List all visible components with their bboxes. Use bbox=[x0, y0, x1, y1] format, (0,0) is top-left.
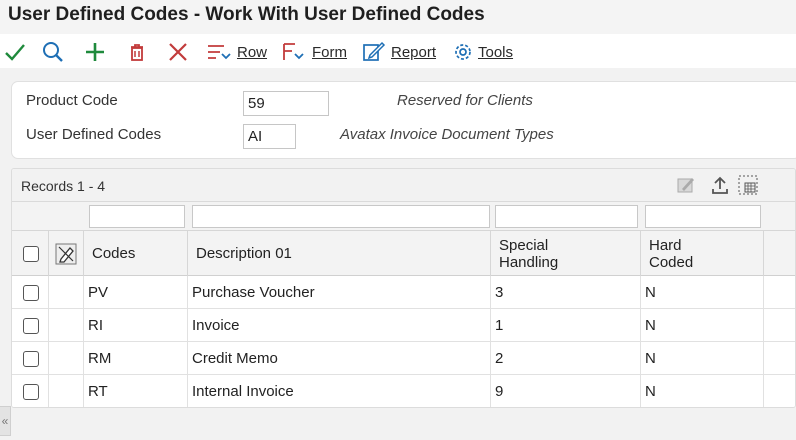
column-hard-coded-line2: Coded bbox=[649, 253, 694, 271]
gear-icon bbox=[455, 44, 471, 60]
collapse-panel-button[interactable]: « bbox=[0, 406, 11, 436]
cell-description[interactable]: Invoice bbox=[188, 309, 491, 342]
cell-description[interactable]: Credit Memo bbox=[188, 342, 491, 375]
table-row[interactable]: PV Purchase Voucher 3 N bbox=[12, 276, 795, 309]
row-menu-icon bbox=[208, 45, 231, 60]
cell-code[interactable]: RM bbox=[84, 342, 188, 375]
cell-special-handling[interactable]: 1 bbox=[491, 309, 641, 342]
row-checkbox[interactable] bbox=[23, 284, 39, 301]
row-select-cell bbox=[12, 276, 49, 309]
table-row[interactable]: RI Invoice 1 N bbox=[12, 309, 795, 342]
product-code-label: Product Code bbox=[26, 92, 118, 109]
cell-hard-coded[interactable]: N bbox=[641, 276, 764, 309]
cell-hard-coded[interactable]: N bbox=[641, 342, 764, 375]
column-special-handling[interactable]: Special Handling bbox=[491, 231, 641, 276]
cell-code[interactable]: PV bbox=[84, 276, 188, 309]
grid-panel: Records 1 - 4 Codes Description 01 Speci… bbox=[11, 168, 796, 408]
column-special-handling-line2: Handling bbox=[499, 253, 559, 271]
select-all-cell bbox=[12, 231, 49, 276]
title-bar: User Defined Codes - Work With User Defi… bbox=[0, 0, 796, 34]
report-menu-label: Report bbox=[391, 43, 437, 61]
row-select-cell bbox=[12, 375, 49, 407]
find-button[interactable] bbox=[42, 40, 64, 64]
cell-special-handling[interactable]: 2 bbox=[491, 342, 641, 375]
row-actions-cell bbox=[49, 276, 84, 309]
trash-icon bbox=[131, 44, 143, 61]
udc-description: Avatax Invoice Document Types bbox=[340, 126, 554, 143]
report-menu[interactable]: Report bbox=[362, 40, 436, 64]
records-count: Records 1 - 4 bbox=[21, 178, 106, 194]
udc-input[interactable] bbox=[243, 124, 296, 149]
column-hard-coded-line1: Hard bbox=[649, 236, 682, 254]
grid-export-button[interactable] bbox=[708, 173, 732, 197]
upload-icon bbox=[712, 176, 728, 194]
column-hard-coded[interactable]: Hard Coded bbox=[641, 231, 764, 276]
toolbar: Row Form Report Tools bbox=[0, 34, 796, 68]
row-actions-cell bbox=[49, 309, 84, 342]
tools-menu[interactable]: Tools bbox=[453, 40, 513, 64]
row-checkbox[interactable] bbox=[23, 317, 39, 334]
add-icon bbox=[86, 43, 104, 61]
column-header-row: Codes Description 01 Special Handling Ha… bbox=[12, 231, 795, 276]
row-actions-cell bbox=[49, 375, 84, 407]
select-all-checkbox[interactable] bbox=[23, 245, 39, 262]
column-description[interactable]: Description 01 bbox=[188, 231, 491, 276]
row-edit-icon[interactable] bbox=[55, 243, 77, 265]
product-code-input[interactable] bbox=[243, 91, 329, 116]
header-panel: Product Code Reserved for Clients User D… bbox=[11, 81, 796, 159]
cell-hard-coded[interactable]: N bbox=[641, 309, 764, 342]
filter-row bbox=[12, 202, 795, 231]
udc-label: User Defined Codes bbox=[26, 126, 162, 143]
cell-special-handling[interactable]: 9 bbox=[491, 375, 641, 407]
add-button[interactable] bbox=[84, 40, 106, 64]
grid-header: Records 1 - 4 bbox=[12, 169, 795, 202]
row-checkbox[interactable] bbox=[23, 383, 39, 400]
cell-description[interactable]: Internal Invoice bbox=[188, 375, 491, 407]
close-button[interactable] bbox=[167, 40, 189, 64]
product-code-description: Reserved for Clients bbox=[397, 92, 533, 109]
row-menu[interactable]: Row bbox=[206, 40, 267, 64]
tools-menu-label: Tools bbox=[478, 43, 514, 61]
row-select-cell bbox=[12, 309, 49, 342]
delete-button[interactable] bbox=[126, 40, 148, 64]
cell-code[interactable]: RI bbox=[84, 309, 188, 342]
row-checkbox[interactable] bbox=[23, 350, 39, 367]
row-select-cell bbox=[12, 342, 49, 375]
table-row[interactable]: RT Internal Invoice 9 N bbox=[12, 375, 795, 407]
cell-special-handling[interactable]: 3 bbox=[491, 276, 641, 309]
form-menu[interactable]: Form bbox=[281, 40, 347, 64]
grid-edit-button[interactable] bbox=[674, 173, 698, 197]
grid-layout-button[interactable] bbox=[736, 173, 760, 197]
close-icon bbox=[169, 43, 187, 61]
form-menu-icon bbox=[283, 43, 304, 60]
page-title: User Defined Codes - Work With User Defi… bbox=[8, 4, 485, 25]
filter-description-input[interactable] bbox=[192, 205, 490, 228]
row-actions-cell bbox=[49, 342, 84, 375]
select-button[interactable] bbox=[4, 40, 26, 64]
filter-hard-coded-input[interactable] bbox=[645, 205, 761, 228]
cell-hard-coded[interactable]: N bbox=[641, 375, 764, 407]
filter-codes-input[interactable] bbox=[89, 205, 185, 228]
form-menu-label: Form bbox=[312, 43, 347, 61]
pencil-icon bbox=[677, 178, 694, 193]
grid-layout-icon bbox=[738, 175, 758, 195]
report-menu-icon bbox=[363, 41, 386, 61]
checkmark-icon bbox=[5, 44, 25, 61]
cell-description[interactable]: Purchase Voucher bbox=[188, 276, 491, 309]
filter-special-handling-input[interactable] bbox=[495, 205, 638, 228]
cell-code[interactable]: RT bbox=[84, 375, 188, 407]
search-icon bbox=[43, 42, 63, 62]
column-special-handling-line1: Special bbox=[499, 236, 549, 254]
table-row[interactable]: RM Credit Memo 2 N bbox=[12, 342, 795, 375]
row-actions-header bbox=[49, 231, 84, 276]
row-menu-label: Row bbox=[237, 43, 268, 61]
column-codes[interactable]: Codes bbox=[84, 231, 188, 276]
